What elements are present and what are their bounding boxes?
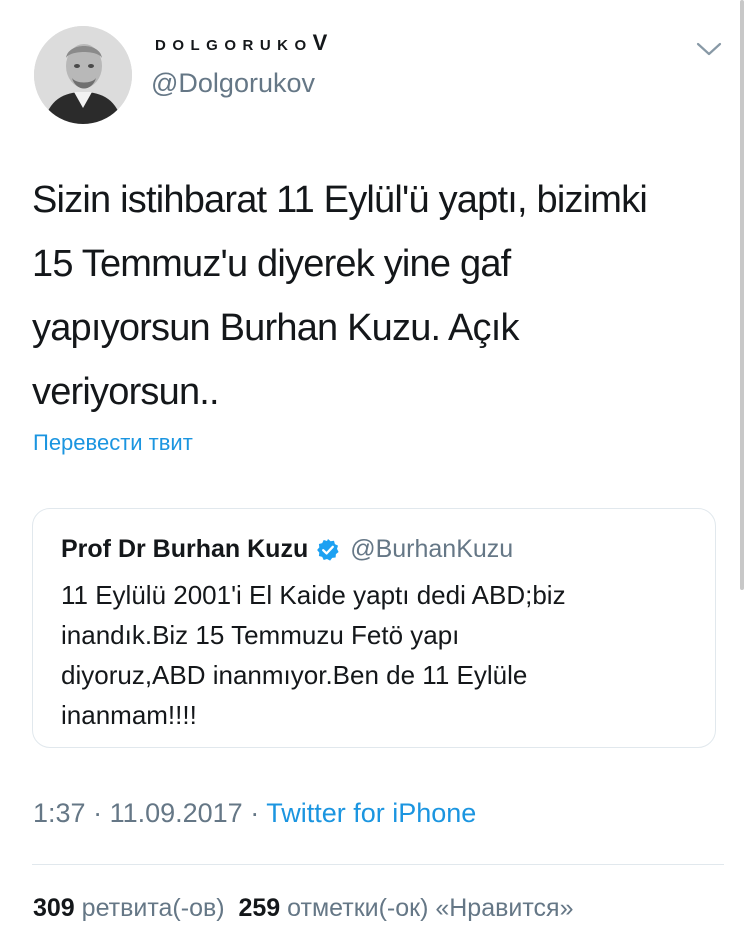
tweet-date[interactable]: 11.09.2017 bbox=[110, 798, 243, 828]
retweets-stat[interactable]: 309 ретвита(-ов) bbox=[33, 894, 225, 922]
stats-divider bbox=[32, 864, 724, 865]
likes-count: 259 bbox=[238, 894, 281, 922]
meta-separator: · bbox=[242, 798, 267, 828]
scrollbar[interactable] bbox=[740, 0, 744, 590]
author-avatar[interactable] bbox=[34, 26, 132, 124]
retweets-count: 309 bbox=[33, 894, 75, 922]
display-name-main: DOLGORUKO bbox=[155, 37, 313, 54]
quoted-tweet-header: Prof Dr Burhan Kuzu @BurhanKuzu bbox=[61, 535, 513, 564]
likes-stat[interactable]: 259 отметки(-ок) «Нравится» bbox=[239, 894, 574, 922]
quoted-author-handle: @BurhanKuzu bbox=[350, 535, 514, 563]
portrait-avatar-icon bbox=[34, 26, 132, 124]
display-name-last: V bbox=[312, 30, 328, 55]
quoted-author-name: Prof Dr Burhan Kuzu bbox=[61, 535, 309, 563]
more-options-caret[interactable] bbox=[694, 38, 724, 60]
retweets-label: ретвита(-ов) bbox=[81, 894, 225, 922]
tweet-stats: 309 ретвита(-ов) 259 отметки(-ок) «Нрави… bbox=[33, 894, 573, 923]
tweet-time[interactable]: 1:37 bbox=[33, 798, 86, 828]
quoted-tweet-card[interactable]: Prof Dr Burhan Kuzu @BurhanKuzu 11 Eylül… bbox=[32, 508, 716, 748]
quoted-tweet-text: 11 Eylülü 2001'i El Kaide yaptı dedi ABD… bbox=[61, 580, 566, 730]
meta-separator: · bbox=[85, 798, 110, 828]
likes-label: отметки(-ок) «Нравится» bbox=[287, 894, 574, 922]
tweet-text: Sizin istihbarat 11 Eylül'ü yaptı, bizim… bbox=[32, 179, 648, 413]
author-handle[interactable]: @Dolgorukov bbox=[151, 68, 315, 99]
verified-badge-icon bbox=[316, 538, 340, 562]
chevron-down-icon bbox=[696, 42, 722, 56]
translate-tweet-link[interactable]: Перевести твит bbox=[33, 430, 193, 456]
tweet-source-link[interactable]: Twitter for iPhone bbox=[266, 798, 476, 828]
tweet-metadata: 1:37 · 11.09.2017 · Twitter for iPhone bbox=[33, 798, 476, 829]
author-display-name[interactable]: DOLGORUKOV bbox=[155, 30, 327, 56]
